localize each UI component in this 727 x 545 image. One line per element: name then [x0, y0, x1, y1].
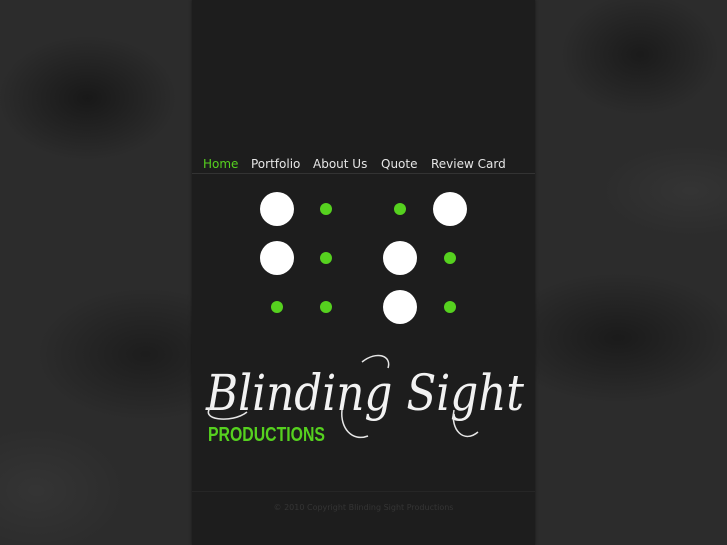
braille-dot-large: [433, 192, 467, 226]
logo-subtitle: PRODUCTIONS: [208, 424, 325, 446]
nav-review-card[interactable]: Review Card: [431, 156, 506, 172]
main-nav: Home Portfolio About Us Quote Review Car…: [192, 154, 535, 174]
braille-dot-large: [260, 192, 294, 226]
company-logo: Blinding Sight PRODUCTIONS: [192, 174, 535, 454]
nav-home[interactable]: Home: [203, 156, 238, 172]
logo-script-text: Blinding Sight: [205, 364, 525, 422]
braille-dot-small: [444, 301, 456, 313]
braille-dot-small: [394, 203, 406, 215]
braille-dot-small: [320, 252, 332, 264]
main-panel: Home Portfolio About Us Quote Review Car…: [192, 0, 535, 545]
nav-portfolio[interactable]: Portfolio: [251, 156, 300, 172]
braille-dot-large: [383, 241, 417, 275]
footer-copyright: © 2010 Copyright Blinding Sight Producti…: [273, 503, 454, 512]
braille-dot-large: [260, 241, 294, 275]
braille-dot-small: [320, 203, 332, 215]
braille-dot-small: [444, 252, 456, 264]
nav-about-us[interactable]: About Us: [313, 156, 367, 172]
nav-quote[interactable]: Quote: [381, 156, 417, 172]
braille-dot-small: [320, 301, 332, 313]
braille-logo-graphic: Blinding Sight PRODUCTIONS: [205, 192, 525, 446]
footer-divider: [192, 491, 535, 492]
braille-dot-large: [383, 290, 417, 324]
braille-dot-small: [271, 301, 283, 313]
